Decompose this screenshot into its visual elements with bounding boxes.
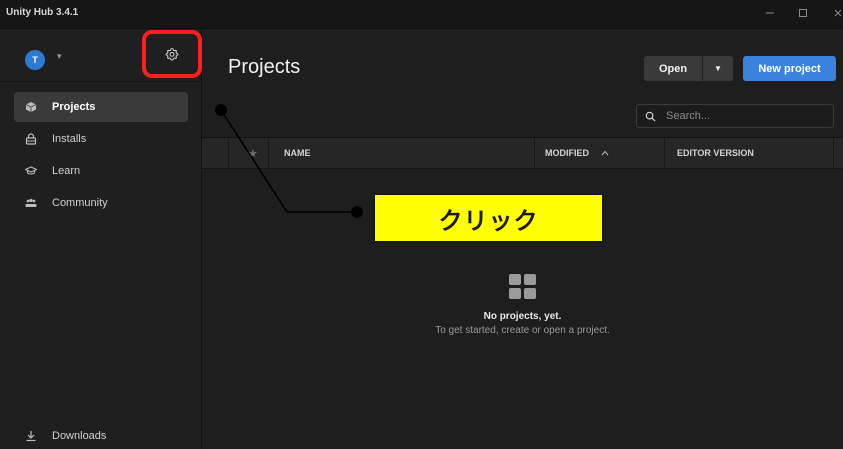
- callout-dot-end: [351, 206, 363, 218]
- callout-dot-start: [215, 104, 227, 116]
- gear-icon: [165, 48, 179, 61]
- callout-line: [220, 109, 357, 213]
- settings-gear-button[interactable]: [142, 30, 202, 78]
- click-callout-label: クリック: [373, 193, 604, 243]
